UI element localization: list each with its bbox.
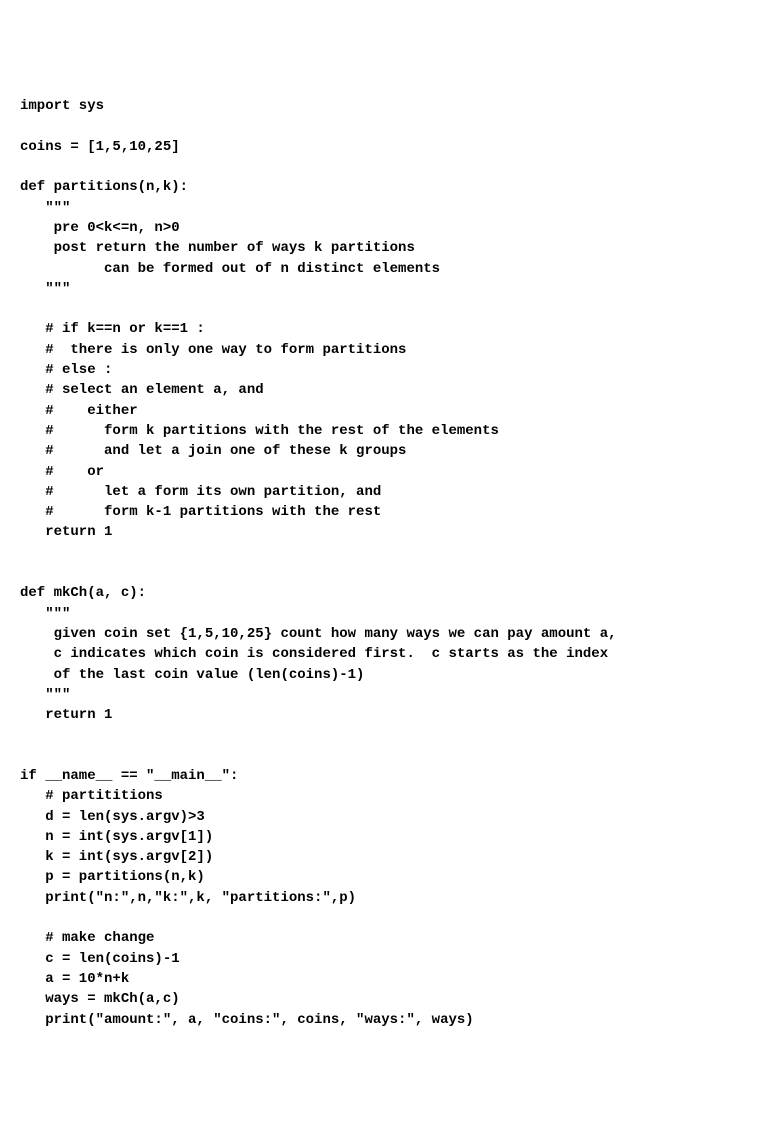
- code-block: import sys coins = [1,5,10,25] def parti…: [20, 96, 741, 1030]
